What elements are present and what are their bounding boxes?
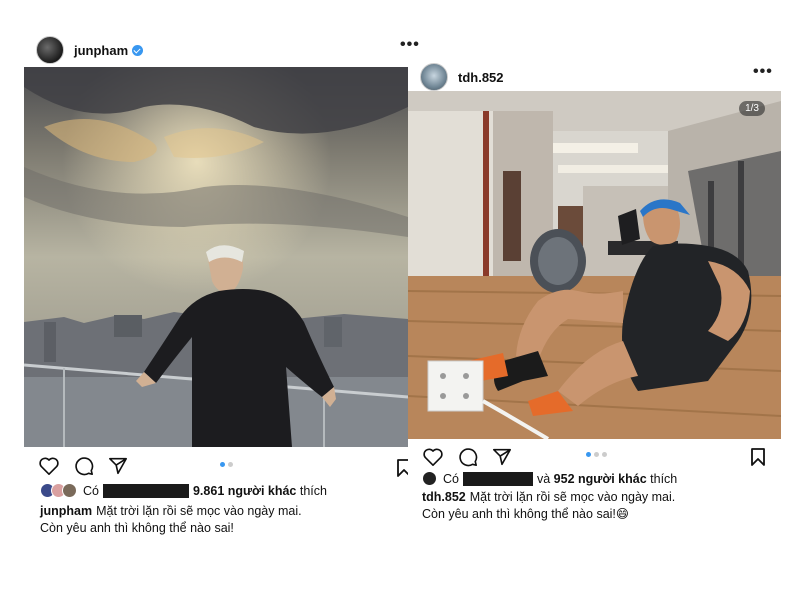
likes-suffix: thích bbox=[299, 483, 327, 498]
slide-counter: 1/3 bbox=[739, 101, 765, 116]
heart-icon[interactable] bbox=[38, 456, 60, 476]
likes-suffix: thích bbox=[650, 471, 678, 486]
likes-prefix: Có bbox=[83, 483, 99, 498]
caption-line-2: Còn yêu anh thì không thể nào sai!😄 bbox=[422, 507, 629, 521]
share-icon[interactable] bbox=[492, 447, 512, 467]
action-bar bbox=[38, 456, 142, 476]
post-photo[interactable] bbox=[24, 67, 408, 447]
share-icon[interactable] bbox=[108, 456, 128, 476]
caption-username[interactable]: junpham bbox=[40, 504, 92, 518]
avatar[interactable] bbox=[420, 63, 448, 91]
carousel-dots bbox=[584, 452, 608, 457]
likes-count[interactable]: 9.861 người khác bbox=[193, 484, 296, 498]
caption: junpham Mặt trời lặn rồi sẽ mọc vào ngày … bbox=[40, 503, 400, 537]
verified-icon bbox=[132, 44, 144, 56]
username[interactable]: junpham bbox=[74, 43, 128, 58]
caption-username[interactable]: tdh.852 bbox=[422, 490, 466, 504]
avatar[interactable] bbox=[36, 36, 64, 64]
username[interactable]: tdh.852 bbox=[458, 70, 504, 85]
likes-count[interactable]: 952 người khác bbox=[554, 472, 647, 486]
bookmark-icon[interactable] bbox=[750, 447, 766, 467]
post-header: junpham bbox=[36, 36, 144, 64]
post-junpham: junpham ••• Có 9.861 người khác thích ju… bbox=[0, 0, 419, 600]
comment-icon[interactable] bbox=[74, 456, 94, 476]
liker-avatars bbox=[40, 483, 77, 498]
caption-line-2: Còn yêu anh thì không thể nào sai! bbox=[40, 521, 234, 535]
comment-icon[interactable] bbox=[458, 447, 478, 467]
caption-line-1: Mặt trời lặn rồi sẽ mọc vào ngày mai. bbox=[96, 504, 302, 518]
more-icon[interactable]: ••• bbox=[400, 36, 420, 54]
gym-photo bbox=[408, 91, 781, 439]
liker-avatars bbox=[422, 471, 437, 486]
more-icon[interactable]: ••• bbox=[753, 63, 773, 81]
likes-line[interactable]: Có và 952 người khác thích bbox=[422, 471, 677, 486]
post-tdh852: tdh.852 ••• 1/3 Có và 952 người khác thí… bbox=[408, 55, 800, 600]
caption-line-1: Mặt trời lặn rồi sẽ mọc vào ngày mai. bbox=[469, 490, 676, 504]
likes-line[interactable]: Có 9.861 người khác thích bbox=[40, 483, 327, 498]
censor-bar bbox=[462, 471, 533, 486]
heart-icon[interactable] bbox=[422, 447, 444, 467]
likes-prefix: Có bbox=[443, 471, 459, 486]
carousel-dots bbox=[218, 462, 234, 467]
post-header: tdh.852 bbox=[420, 63, 504, 91]
action-bar bbox=[422, 447, 526, 467]
caption: tdh.852 Mặt trời lặn rồi sẽ mọc vào ngày … bbox=[422, 489, 782, 523]
post-photo[interactable]: 1/3 bbox=[408, 91, 781, 439]
likes-mid: và bbox=[536, 471, 551, 486]
censor-bar bbox=[102, 483, 189, 498]
rooftop-sunset-photo bbox=[24, 67, 408, 447]
